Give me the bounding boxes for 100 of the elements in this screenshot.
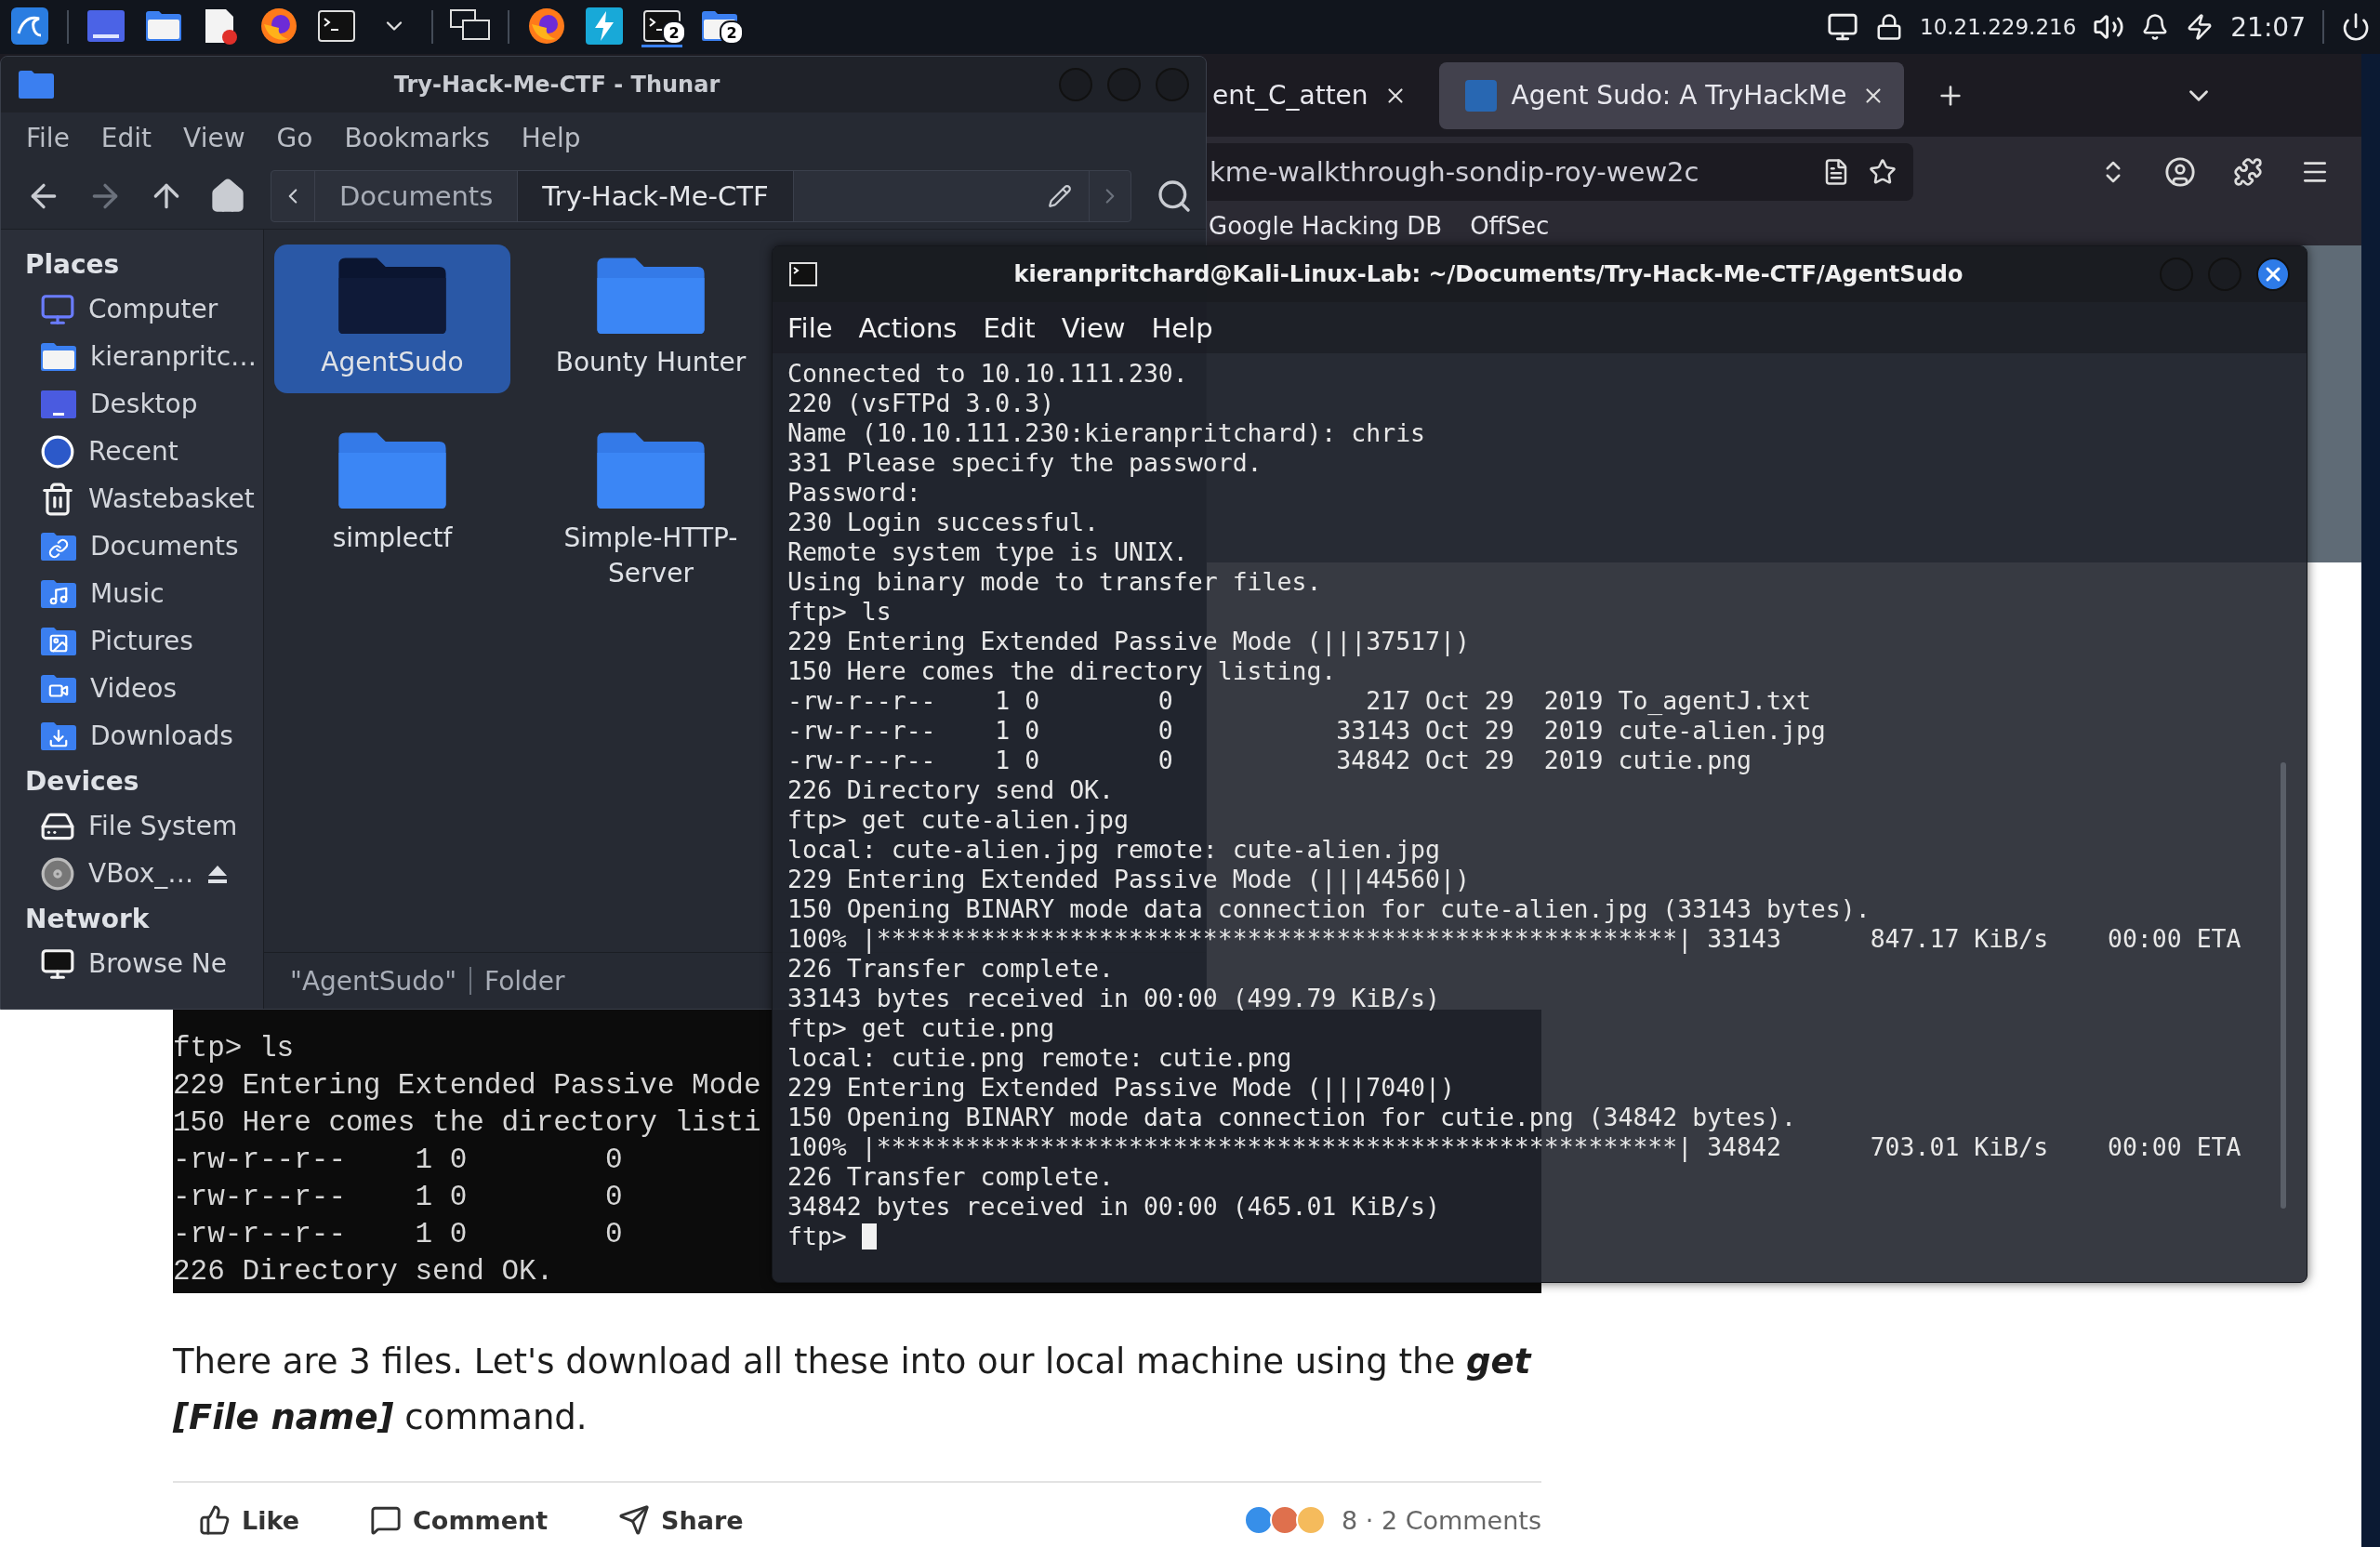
screenshot-line: 226 Directory send OK. xyxy=(173,1254,554,1289)
path-segment[interactable]: Try-Hack-Me-CTF xyxy=(518,171,794,221)
sidebar-item[interactable]: kieranpritc… xyxy=(90,341,258,372)
like-button[interactable]: Like xyxy=(173,1495,325,1545)
terminal-line: Name (10.10.111.230:kieranpritchard): chris xyxy=(787,418,1426,448)
music-folder-icon xyxy=(40,578,77,609)
terminal-line: 33143 bytes received in 00:00 (499.79 KiB/s) xyxy=(787,984,1440,1013)
comment-button[interactable]: Comment xyxy=(344,1495,575,1545)
menu-item[interactable]: File xyxy=(787,311,833,344)
terminal-line: 100% |******************************************************| 33143 847.17 KiB/s 00:00 ETA xyxy=(787,924,2241,954)
cursor xyxy=(861,1223,877,1250)
terminal-line: -rw-r--r-- 1 0 0 34842 Oct 29 2019 cutie.png xyxy=(787,746,1752,775)
home-icon[interactable] xyxy=(209,178,246,215)
folder-item[interactable]: AgentSudo xyxy=(274,245,510,394)
sidebar-item[interactable]: Videos xyxy=(90,673,178,704)
window-count-badge: 2 xyxy=(720,20,744,45)
comment-icon xyxy=(370,1504,402,1536)
screenshot-line: ftp> ls xyxy=(173,1031,295,1066)
menu-item[interactable]: Bookmarks xyxy=(344,123,490,153)
terminal-line: Remote system type is UNIX. xyxy=(787,537,1188,567)
terminal-line: -rw-r--r-- 1 0 0 33143 Oct 29 2019 cute-alien.jpg xyxy=(787,716,1826,746)
menu-item[interactable]: Help xyxy=(521,123,581,153)
text-editor-icon[interactable] xyxy=(204,7,239,45)
folder-item[interactable]: Simple-HTTP-Server xyxy=(533,419,769,604)
close-button[interactable] xyxy=(2256,258,2290,291)
bookmark-star-icon[interactable] xyxy=(1869,157,1897,186)
search-icon[interactable] xyxy=(1156,178,1193,215)
browser-tab[interactable]: ent_C_atten xyxy=(1207,61,1426,129)
folder-icon xyxy=(337,430,448,511)
terminal-line: 34842 bytes received in 00:00 (465.01 KiB/s) xyxy=(787,1192,1440,1222)
like-icon xyxy=(199,1504,231,1536)
folder-item[interactable]: simplectf xyxy=(274,419,510,604)
menu-item[interactable]: Edit xyxy=(983,311,1036,344)
app-menu-icon[interactable] xyxy=(11,7,48,45)
sidebar-item[interactable]: Desktop xyxy=(90,389,198,419)
bolt-icon[interactable] xyxy=(586,7,623,45)
status-text: Folder xyxy=(484,965,565,997)
desktop-icon xyxy=(40,389,77,419)
ip-address: 10.21.229.216 xyxy=(1920,15,2077,39)
sidebar-item[interactable]: Computer xyxy=(88,294,218,324)
workspaces-icon[interactable] xyxy=(450,8,491,43)
reactions-comments-count[interactable]: 8 · 2 Comments xyxy=(1341,1505,1541,1535)
browser-tab[interactable]: Agent Sudo: A TryHackMe xyxy=(1438,61,1905,129)
window-count-badge: 2 xyxy=(662,20,686,45)
sidebar-item[interactable]: File System xyxy=(88,811,238,841)
trash-icon xyxy=(40,481,75,517)
sidebar-item[interactable]: Wastebasket xyxy=(88,483,255,514)
terminal-line: 229 Entering Extended Passive Mode (|||37517|) xyxy=(787,627,1470,656)
terminal-line: 229 Entering Extended Passive Mode (|||44560|) xyxy=(787,865,1470,894)
account-icon[interactable] xyxy=(2164,155,2196,188)
sidebar-heading: Places xyxy=(24,247,121,282)
address-field[interactable]: kme-walkthrough-sondip-roy-wew2c xyxy=(1207,142,1913,201)
network-lock-icon[interactable] xyxy=(1875,13,1903,41)
bookmark-link[interactable]: Google Hacking DB xyxy=(1209,212,1443,240)
terminal-line: 226 Transfer complete. xyxy=(787,954,1114,984)
power-icon[interactable] xyxy=(2341,12,2371,42)
terminal-line: Using binary mode to transfer files. xyxy=(787,567,1322,597)
bookmark-link[interactable]: OffSec xyxy=(1470,212,1550,240)
terminal-icon[interactable] xyxy=(318,9,355,42)
pictures-folder-icon xyxy=(40,626,77,656)
disc-icon xyxy=(40,855,75,892)
sidebar-item[interactable]: VBox_… xyxy=(88,858,194,889)
site-logo-icon xyxy=(1464,79,1497,112)
terminal-line: 100% |******************************************************| 34842 703.01 KiB/s 00:00 ETA xyxy=(787,1132,2241,1162)
share-button[interactable]: Share xyxy=(592,1495,770,1545)
menu-item[interactable]: File xyxy=(26,123,70,153)
sidebar-heading: Devices xyxy=(24,764,140,799)
terminal-line: ftp> get cute-alien.jpg xyxy=(787,805,1129,835)
menu-item[interactable]: Help xyxy=(1151,311,1213,344)
menu-item[interactable]: View xyxy=(183,123,245,153)
sidebar-item[interactable]: Documents xyxy=(90,531,239,562)
article-paragraph: There are 3 files. Let's download all these into our local machine using the get [File name] command. xyxy=(173,1341,1533,1439)
folder-item[interactable]: Bounty Hunter xyxy=(533,245,769,394)
terminal-line: 229 Entering Extended Passive Mode (|||7040|) xyxy=(787,1073,1455,1103)
documents-folder-icon xyxy=(40,531,77,562)
sidebar-item[interactable]: Music xyxy=(90,578,165,609)
browser-icon[interactable] xyxy=(260,7,298,45)
menu-item[interactable]: Actions xyxy=(858,311,958,344)
display-icon[interactable] xyxy=(1827,11,1858,43)
sidebar-item[interactable]: Downloads xyxy=(90,721,233,751)
sidebar-item[interactable]: Recent xyxy=(88,436,178,467)
terminal-line: ftp> ls xyxy=(787,597,892,627)
terminal-line: local: cutie.png remote: cutie.png xyxy=(787,1043,1292,1073)
folder-icon[interactable] xyxy=(145,9,182,42)
sidebar-item[interactable]: Browse Ne xyxy=(88,948,228,979)
terminal-line: local: cute-alien.jpg remote: cute-alien.jpg xyxy=(787,835,1440,865)
terminal-line: Password: xyxy=(787,478,921,508)
window-title: kieranpritchard@Kali-Linux-Lab: ~/Documents/Try-Hack-Me-CTF/AgentSudo xyxy=(1012,261,1964,287)
desktop-icon[interactable] xyxy=(87,9,125,42)
menu-item[interactable]: Go xyxy=(276,123,313,153)
clock: 21:07 xyxy=(2230,11,2306,43)
browser-icon[interactable] xyxy=(528,7,565,45)
screenshot-line: -rw-r--r-- 1 0 0 xyxy=(173,1180,623,1215)
menu-item[interactable]: View xyxy=(1061,311,1126,344)
extensions-icon[interactable] xyxy=(2233,156,2263,187)
edit-path-icon[interactable] xyxy=(1048,184,1072,208)
menu-item[interactable]: Edit xyxy=(100,123,152,153)
folder-icon xyxy=(595,256,707,337)
screenshot-line: -rw-r--r-- 1 0 0 xyxy=(173,1217,623,1252)
sidebar-item[interactable]: Pictures xyxy=(90,626,193,656)
